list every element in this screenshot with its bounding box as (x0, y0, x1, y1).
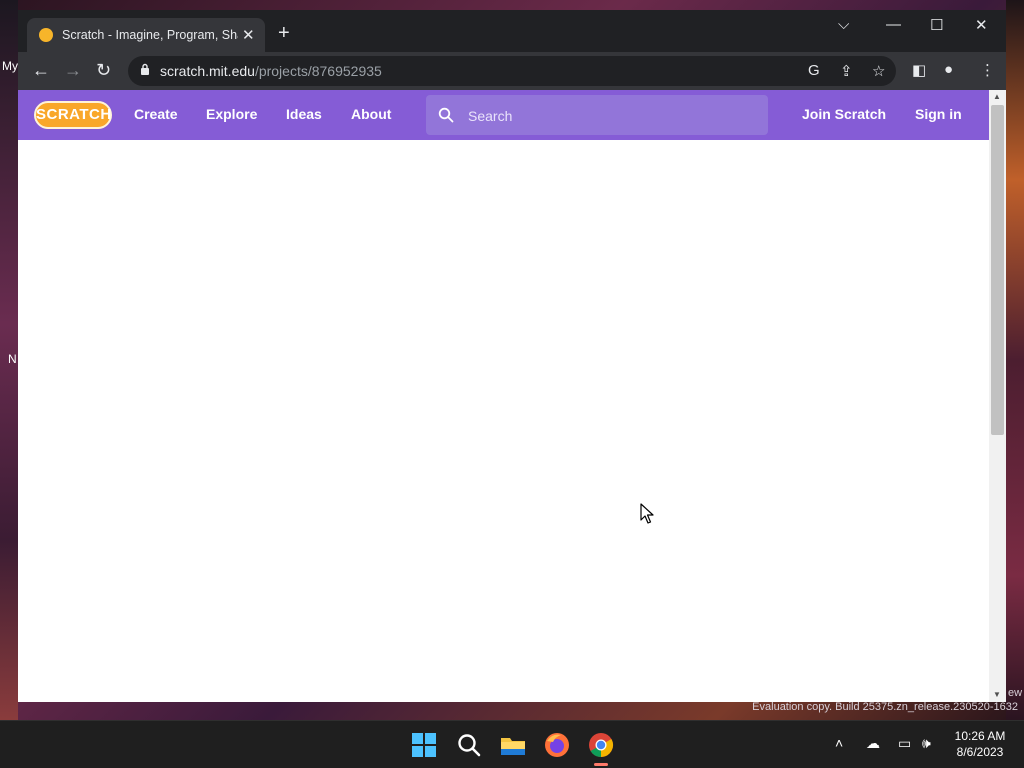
tab-strip: Scratch - Imagine, Program, Share ✕ + ⌵ … (18, 10, 1006, 52)
search-icon[interactable] (455, 731, 483, 759)
file-explorer-icon[interactable] (499, 731, 527, 759)
close-window-icon[interactable]: ✕ (975, 16, 988, 34)
search-input[interactable] (466, 104, 760, 128)
sign-in-link[interactable]: Sign in (915, 106, 962, 122)
search-icon (438, 107, 454, 123)
desktop-icon-label[interactable]: N (8, 352, 17, 366)
scroll-up-icon[interactable]: ▲ (993, 92, 1001, 101)
profile-icon[interactable]: ● (944, 61, 953, 78)
evaluation-watermark: Evaluation copy. Build 25375.zn_release.… (752, 701, 1018, 713)
scratch-logo[interactable]: SCRATCH (34, 101, 112, 129)
page-scrollbar[interactable]: ▲ ▼ (989, 90, 1006, 702)
minimize-icon[interactable]: — (886, 16, 901, 33)
nav-about[interactable]: About (351, 106, 391, 122)
address-bar[interactable]: scratch.mit.edu/projects/876952935 G ⇪ ☆ (128, 56, 896, 86)
start-icon[interactable] (410, 731, 438, 759)
tab-title: Scratch - Imagine, Program, Share (62, 28, 238, 42)
scratch-favicon-icon (39, 28, 53, 42)
url-text: scratch.mit.edu/projects/876952935 (160, 63, 382, 79)
tab-scratch[interactable]: Scratch - Imagine, Program, Share ✕ (27, 18, 265, 52)
chrome-icon[interactable] (587, 731, 615, 759)
active-app-indicator (594, 763, 608, 766)
scroll-down-icon[interactable]: ▼ (993, 690, 1001, 699)
desktop-background-right (1006, 0, 1024, 720)
maximize-icon[interactable]: ☐ (930, 16, 943, 34)
browser-toolbar: ← → ↻ scratch.mit.edu/projects/876952935… (18, 52, 1006, 90)
show-hidden-icons-icon[interactable]: ˄ (835, 735, 843, 751)
lock-icon[interactable] (140, 63, 150, 75)
join-scratch-link[interactable]: Join Scratch (802, 106, 886, 122)
forward-icon[interactable]: → (64, 60, 82, 80)
share-icon[interactable]: ⇪ (840, 62, 853, 80)
page-viewport: SCRATCH Create Explore Ideas About Join … (18, 90, 989, 702)
bookmark-star-icon[interactable]: ☆ (872, 62, 885, 80)
network-icon[interactable]: ▭ (898, 735, 911, 752)
clock-date: 8/6/2023 (956, 745, 1004, 759)
side-panel-icon[interactable]: ◧ (912, 61, 926, 79)
scratch-navbar: SCRATCH Create Explore Ideas About Join … (18, 90, 989, 140)
watermark-edge-text: ew (1008, 687, 1023, 699)
mouse-cursor-icon (640, 503, 654, 524)
desktop-icon-label[interactable]: My (2, 59, 18, 73)
menu-icon[interactable]: ⋮ (980, 61, 995, 79)
browser-window: Scratch - Imagine, Program, Share ✕ + ⌵ … (18, 10, 1006, 702)
close-tab-icon[interactable]: ✕ (242, 26, 255, 44)
firefox-icon[interactable] (543, 731, 571, 759)
new-tab-icon[interactable]: + (278, 23, 290, 43)
search-box[interactable] (426, 95, 768, 135)
taskbar: ˄ ☁ ▭ 🕪 10:26 AM 8/6/2023 (0, 720, 1024, 768)
nav-explore[interactable]: Explore (206, 106, 257, 122)
clock[interactable]: 10:26 AM 8/6/2023 (948, 728, 1012, 760)
volume-icon[interactable]: 🕪 (922, 735, 931, 752)
back-icon[interactable]: ← (32, 60, 50, 80)
onedrive-icon[interactable]: ☁ (866, 735, 880, 752)
nav-create[interactable]: Create (134, 106, 178, 122)
reload-icon[interactable]: ↻ (96, 60, 111, 80)
tab-search-icon[interactable]: ⌵ (838, 16, 849, 33)
scroll-thumb[interactable] (991, 105, 1004, 435)
clock-time: 10:26 AM (954, 729, 1006, 743)
google-icon[interactable]: G (808, 62, 820, 79)
nav-ideas[interactable]: Ideas (286, 106, 322, 122)
